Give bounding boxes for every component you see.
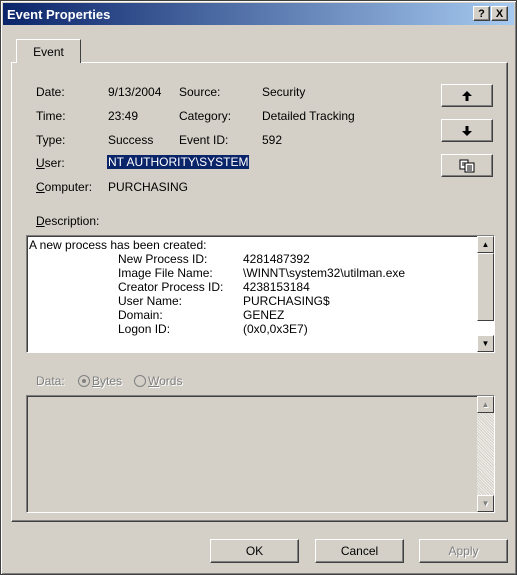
description-row-value: (0x0,0x3E7) bbox=[243, 322, 308, 336]
time-label: Time: bbox=[36, 109, 66, 123]
description-row-key: Logon ID: bbox=[118, 322, 171, 336]
help-button[interactable]: ? bbox=[473, 6, 490, 21]
scroll-up-icon[interactable]: ▲ bbox=[477, 236, 494, 253]
previous-event-button[interactable] bbox=[441, 84, 493, 107]
description-row-value: PURCHASING$ bbox=[243, 294, 330, 308]
copy-icon bbox=[459, 159, 475, 172]
description-row-key: Creator Process ID: bbox=[118, 280, 224, 294]
category-value: Detailed Tracking bbox=[262, 109, 355, 123]
category-label: Category: bbox=[179, 109, 232, 123]
down-arrow-icon bbox=[462, 125, 472, 136]
next-event-button[interactable] bbox=[441, 119, 493, 142]
event-tab-panel: Date: 9/13/2004 Time: 23:49 Type: Succes… bbox=[11, 62, 508, 522]
user-value[interactable]: NT AUTHORITY\SYSTEM bbox=[107, 155, 250, 169]
description-header: A new process has been created: bbox=[29, 238, 207, 252]
ok-button[interactable]: OK bbox=[210, 539, 299, 563]
apply-button[interactable]: Apply bbox=[419, 539, 508, 563]
date-value: 9/13/2004 bbox=[108, 85, 162, 99]
date-label: Date: bbox=[36, 85, 65, 99]
description-row-key: New Process ID: bbox=[118, 252, 208, 266]
description-label: Description: bbox=[36, 214, 100, 228]
tab-event[interactable]: Event bbox=[16, 39, 81, 63]
description-row-value: 4238153184 bbox=[243, 280, 310, 294]
tab-event-label: Event bbox=[33, 44, 64, 59]
scroll-down-icon[interactable]: ▼ bbox=[477, 335, 494, 352]
source-value: Security bbox=[262, 85, 306, 99]
up-arrow-icon bbox=[462, 90, 472, 101]
description-scrollbar[interactable]: ▲ ▼ bbox=[477, 236, 494, 352]
data-label: Data: bbox=[36, 374, 65, 388]
description-textbox[interactable]: A new process has been created: New Proc… bbox=[26, 235, 495, 353]
data-textbox[interactable]: ▲ ▼ bbox=[26, 395, 495, 513]
time-value: 23:49 bbox=[108, 109, 139, 123]
words-radio[interactable]: Words bbox=[134, 374, 182, 388]
event-id-value: 592 bbox=[262, 133, 283, 147]
user-label: User: bbox=[36, 156, 65, 170]
description-row-key: Image File Name: bbox=[118, 266, 213, 280]
source-label: Source: bbox=[179, 85, 221, 99]
title-bar[interactable]: Event Properties ? X bbox=[3, 3, 514, 25]
close-button[interactable]: X bbox=[491, 6, 508, 21]
description-row-value: 4281487392 bbox=[243, 252, 310, 266]
description-row-key: Domain: bbox=[118, 308, 163, 322]
radio-selected-icon bbox=[78, 375, 90, 387]
type-value: Success bbox=[108, 133, 154, 147]
window-title: Event Properties bbox=[7, 6, 111, 22]
bytes-radio[interactable]: Bytes bbox=[78, 374, 122, 388]
event-id-label: Event ID: bbox=[179, 133, 229, 147]
scroll-thumb[interactable] bbox=[477, 253, 494, 321]
event-properties-window: Event Properties ? X Event Date: 9/13/20… bbox=[0, 0, 517, 575]
data-scrollbar[interactable]: ▲ ▼ bbox=[477, 396, 494, 512]
description-row-value: GENEZ bbox=[243, 308, 285, 322]
computer-value: PURCHASING bbox=[108, 180, 189, 194]
radio-unselected-icon bbox=[134, 375, 146, 387]
type-label: Type: bbox=[36, 133, 66, 147]
description-row-key: User Name: bbox=[118, 294, 183, 308]
cancel-button[interactable]: Cancel bbox=[315, 539, 404, 563]
computer-label: Computer: bbox=[36, 180, 93, 194]
scroll-down-icon[interactable]: ▼ bbox=[477, 495, 494, 512]
description-row-value: \WINNT\system32\utilman.exe bbox=[243, 266, 406, 280]
scroll-up-icon[interactable]: ▲ bbox=[477, 396, 494, 413]
copy-button[interactable] bbox=[441, 154, 493, 177]
